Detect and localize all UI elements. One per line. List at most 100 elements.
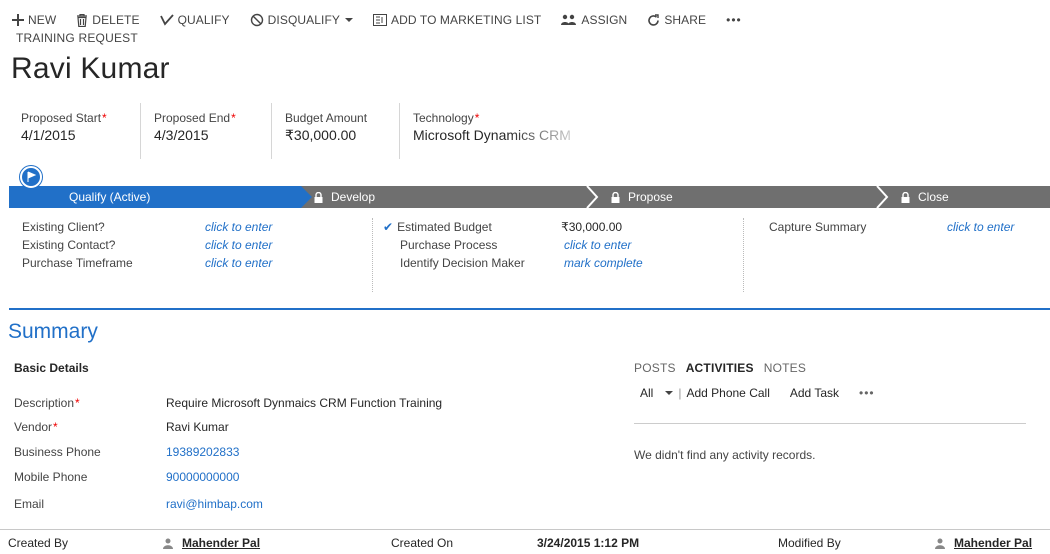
required-marker: *: [474, 111, 480, 125]
user-icon: [163, 538, 173, 549]
delete-button[interactable]: DELETE: [76, 13, 139, 27]
required-marker: *: [53, 420, 58, 434]
proposed-end-value: 4/3/2015: [154, 127, 209, 143]
stage-close[interactable]: Close: [901, 186, 949, 208]
caret-down-icon[interactable]: [665, 390, 674, 396]
plus-icon: [12, 14, 24, 26]
process-flag-icon[interactable]: [20, 166, 42, 188]
stage-develop[interactable]: Develop: [314, 186, 375, 208]
field-description: Description* Require Microsoft Dynmaics …: [14, 396, 442, 410]
more-commands-button[interactable]: •••: [726, 13, 742, 27]
field-label: Vendor: [14, 420, 53, 434]
tab-posts[interactable]: POSTS: [634, 361, 676, 375]
social-tabs: POSTS ACTIVITIES NOTES: [634, 361, 816, 375]
field-business-phone: Business Phone 19389202833: [14, 445, 239, 459]
disqualify-button[interactable]: DISQUALIFY: [250, 13, 353, 27]
header-field-technology[interactable]: Technology* Microsoft Dynamics CRM: [400, 103, 590, 159]
share-button[interactable]: SHARE: [647, 13, 706, 27]
step-label: Purchase Process: [400, 238, 498, 252]
qualify-label: QUALIFY: [177, 13, 230, 27]
step-purchase-timeframe: Purchase Timeframe click to enter: [22, 254, 272, 272]
header-fields: Proposed Start* 4/1/2015 Proposed End* 4…: [8, 103, 590, 163]
disqualify-label: DISQUALIFY: [267, 13, 340, 27]
new-button[interactable]: NEW: [12, 13, 56, 27]
lock-icon: [314, 191, 323, 203]
activity-toolbar: All | Add Phone Call Add Task •••: [640, 386, 875, 400]
technology-label: Technology: [413, 111, 474, 125]
assign-icon: [561, 14, 577, 25]
steps-column-2: ✔ Estimated Budget ₹30,000.00 Purchase P…: [383, 218, 643, 272]
more-activities-button[interactable]: •••: [859, 386, 875, 400]
step-purchase-process: Purchase Process click to enter: [383, 236, 643, 254]
stage-chevron-icon: [586, 186, 599, 208]
step-label: Identify Decision Maker: [400, 256, 525, 270]
tab-notes[interactable]: NOTES: [764, 361, 806, 375]
field-email: Email ravi@himbap.com: [14, 497, 263, 511]
mobile-phone-value[interactable]: 90000000000: [166, 470, 239, 484]
step-existing-contact: Existing Contact? click to enter: [22, 236, 272, 254]
step-value[interactable]: mark complete: [564, 256, 643, 270]
technology-value: Microsoft Dynamics CRM: [413, 127, 571, 143]
step-identify-decision-maker: Identify Decision Maker mark complete: [383, 254, 643, 272]
disqualify-icon: [250, 13, 263, 27]
stage-qualify[interactable]: Qualify (Active): [9, 186, 312, 208]
delete-label: DELETE: [92, 13, 140, 27]
stage-propose[interactable]: Propose: [611, 186, 673, 208]
vendor-value[interactable]: Ravi Kumar: [166, 420, 229, 434]
step-value[interactable]: click to enter: [205, 238, 272, 252]
lock-icon: [901, 191, 910, 203]
footer-bar: Created By Mahender Pal Created On 3/24/…: [0, 529, 1050, 554]
step-value[interactable]: ₹30,000.00: [561, 220, 622, 234]
created-on-value: 3/24/2015 1:12 PM: [537, 536, 640, 550]
share-label: SHARE: [664, 13, 707, 27]
created-by: Mahender Pal: [163, 536, 260, 550]
empty-activities-message: We didn't find any activity records.: [634, 448, 816, 462]
header-field-budget-amount[interactable]: Budget Amount ₹30,000.00: [272, 103, 400, 159]
field-label: Business Phone: [14, 445, 101, 459]
business-phone-value[interactable]: 19389202833: [166, 445, 239, 459]
step-value[interactable]: click to enter: [205, 220, 272, 234]
stage-qualify-label: Qualify (Active): [69, 190, 151, 204]
step-value[interactable]: click to enter: [205, 256, 272, 270]
modified-by-user-link[interactable]: Mahender Pal: [954, 536, 1032, 550]
stage-chevron-icon: [876, 186, 889, 208]
user-icon: [935, 538, 945, 549]
header-field-proposed-start[interactable]: Proposed Start* 4/1/2015: [8, 103, 141, 159]
process-steps: Existing Client? click to enter Existing…: [9, 210, 1050, 310]
step-label: Capture Summary: [769, 220, 867, 234]
required-marker: *: [102, 111, 107, 125]
field-vendor: Vendor* Ravi Kumar: [14, 420, 229, 434]
trash-icon: [77, 13, 88, 27]
header-field-proposed-end[interactable]: Proposed End* 4/3/2015: [141, 103, 272, 159]
add-to-marketing-list-label: ADD TO MARKETING LIST: [391, 13, 542, 27]
tab-activities[interactable]: ACTIVITIES: [686, 361, 754, 375]
field-label: Mobile Phone: [14, 470, 88, 484]
step-value[interactable]: click to enter: [564, 238, 631, 252]
command-bar: NEW DELETE QUALIFY DISQUALIFY ADD TO MAR…: [12, 10, 762, 30]
add-to-marketing-list-button[interactable]: ADD TO MARKETING LIST: [373, 13, 541, 27]
email-value[interactable]: ravi@himbap.com: [166, 497, 263, 511]
budget-amount-value: ₹30,000.00: [285, 127, 357, 143]
assign-button[interactable]: ASSIGN: [561, 13, 627, 27]
field-mobile-phone: Mobile Phone 90000000000: [14, 470, 239, 484]
created-by-label: Created By: [8, 536, 69, 550]
activity-filter[interactable]: All: [640, 386, 653, 400]
add-phone-call-button[interactable]: Add Phone Call: [686, 386, 769, 400]
description-value[interactable]: Require Microsoft Dynmaics CRM Function …: [166, 396, 442, 410]
add-task-button[interactable]: Add Task: [790, 386, 839, 400]
created-by-user-link[interactable]: Mahender Pal: [182, 536, 260, 550]
column-separator: [743, 218, 744, 292]
required-marker: *: [231, 111, 236, 125]
field-label: Email: [14, 497, 45, 511]
qualify-button[interactable]: QUALIFY: [159, 13, 230, 27]
new-label: NEW: [28, 13, 57, 27]
caret-down-icon: [345, 18, 353, 22]
entity-type-label: TRAINING REQUEST: [16, 31, 138, 45]
assign-label: ASSIGN: [581, 13, 628, 27]
step-capture-summary: Capture Summary click to enter: [769, 218, 1014, 236]
stage-develop-label: Develop: [331, 190, 376, 204]
modified-by-label: Modified By: [778, 536, 841, 550]
basic-details-heading: Basic Details: [14, 361, 89, 375]
steps-column-1: Existing Client? click to enter Existing…: [22, 218, 272, 272]
step-value[interactable]: click to enter: [947, 220, 1014, 234]
